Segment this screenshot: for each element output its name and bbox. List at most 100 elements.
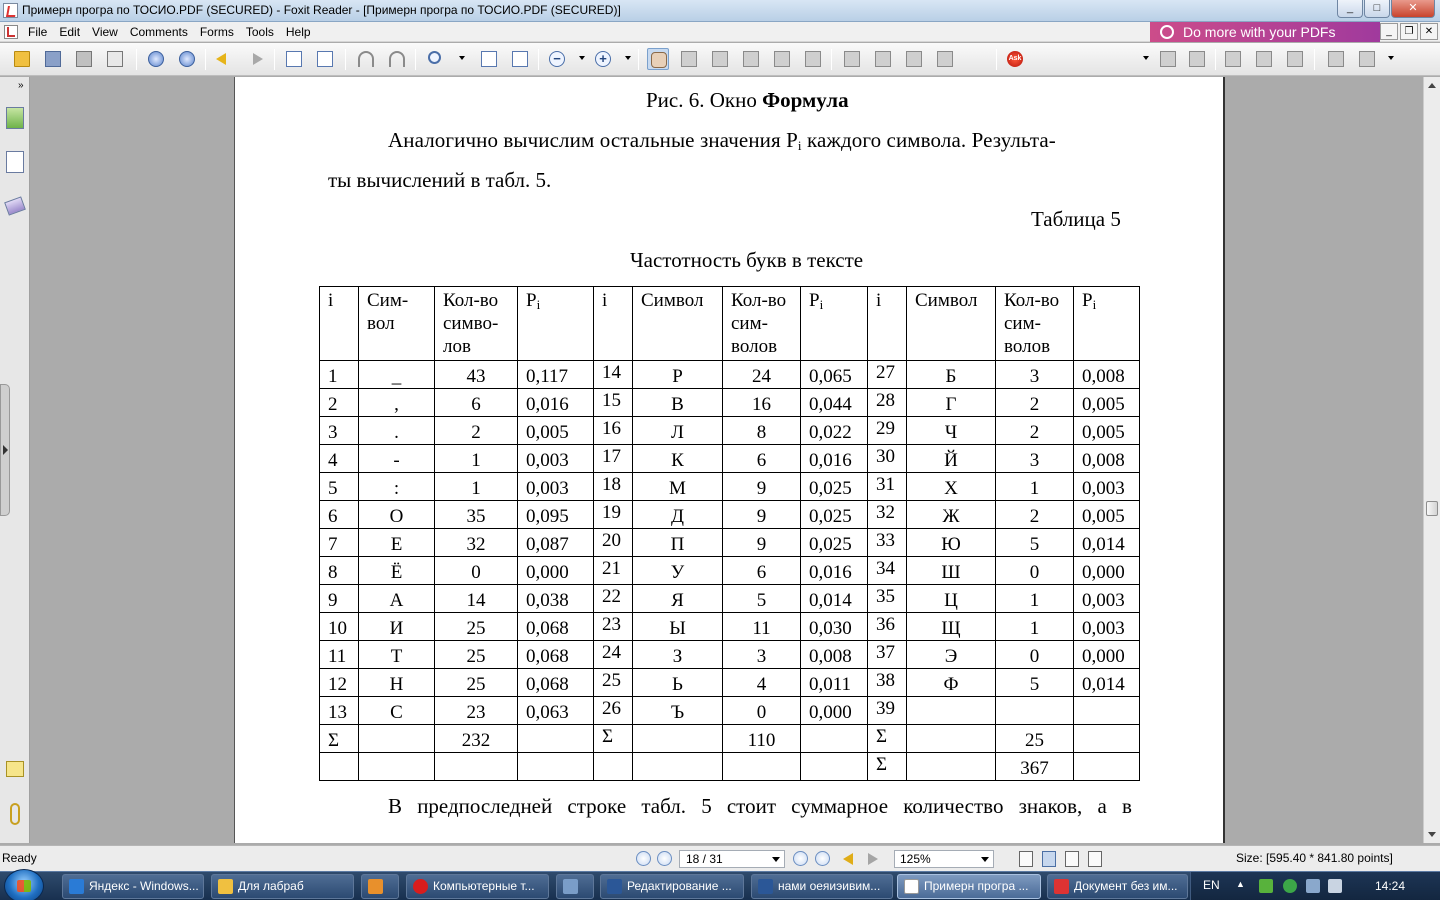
email-button[interactable] — [104, 48, 126, 70]
page-number-field[interactable]: 18 / 31 — [679, 850, 785, 868]
text-viewer-button[interactable] — [771, 48, 793, 70]
find-button[interactable] — [740, 48, 762, 70]
print-button[interactable] — [73, 48, 95, 70]
task-document[interactable]: Документ без им... — [1047, 874, 1188, 899]
pencil-button[interactable] — [872, 48, 894, 70]
zoom-out-dropdown[interactable] — [579, 56, 585, 60]
continuous-facing-view-icon[interactable] — [1088, 851, 1102, 867]
next-result-button[interactable] — [1186, 48, 1208, 70]
doc-restore-button[interactable]: ❐ — [1400, 23, 1418, 40]
hand-tool-button[interactable] — [647, 48, 669, 70]
scroll-down-arrow-icon[interactable] — [1428, 832, 1436, 837]
task-folder[interactable]: Для лабраб — [211, 874, 354, 899]
previous-result-button[interactable] — [1157, 48, 1179, 70]
scroll-up-arrow-icon[interactable] — [1428, 83, 1436, 88]
network-icon[interactable] — [1306, 879, 1320, 893]
previous-view-icon[interactable] — [843, 853, 853, 865]
toolbar-overflow-dropdown[interactable] — [1388, 56, 1394, 60]
minimize-button[interactable]: _ — [1337, 0, 1363, 18]
maximize-button[interactable]: □ — [1364, 0, 1390, 18]
select-annotation-button[interactable] — [709, 48, 731, 70]
attachments-icon[interactable] — [10, 803, 20, 825]
clock[interactable]: 14:24 — [1375, 879, 1405, 893]
forward-button[interactable] — [244, 48, 266, 70]
menu-tools[interactable]: Tools — [240, 24, 280, 40]
pin-button[interactable] — [1253, 48, 1275, 70]
zoom-dropdown-arrow[interactable] — [981, 857, 989, 862]
single-page-view-icon[interactable] — [1019, 851, 1033, 867]
document-area[interactable]: Рис. 6. Окно Формула Аналогично вычислим… — [31, 77, 1423, 843]
undo-button[interactable] — [355, 48, 377, 70]
single-page-button[interactable] — [283, 48, 305, 70]
task-yandex[interactable]: Яндекс - Windows... — [62, 874, 204, 899]
facing-view-icon[interactable] — [1065, 851, 1079, 867]
start-button[interactable] — [4, 869, 44, 900]
zoom-in-button[interactable]: + — [592, 48, 614, 70]
task-media[interactable] — [361, 874, 399, 899]
next-view-icon[interactable] — [868, 853, 878, 865]
menu-help[interactable]: Help — [280, 24, 317, 40]
fit-page-button[interactable] — [478, 48, 500, 70]
first-page-button[interactable] — [636, 851, 651, 866]
task-opera[interactable]: Компьютерные т... — [406, 874, 549, 899]
ask-search-button[interactable]: Ask — [1004, 48, 1026, 70]
menu-view[interactable]: View — [86, 24, 124, 40]
select-text-button[interactable] — [678, 48, 700, 70]
task-word-editing[interactable]: Редактирование ... — [600, 874, 744, 899]
textbox-button[interactable] — [903, 48, 925, 70]
scroll-thumb[interactable] — [1426, 501, 1438, 516]
next-page-button[interactable] — [176, 48, 198, 70]
language-indicator[interactable]: EN — [1203, 878, 1220, 892]
doc-close-button[interactable]: ✕ — [1420, 23, 1438, 40]
continuous-view-icon[interactable] — [1042, 851, 1056, 867]
continuous-page-button[interactable] — [314, 48, 336, 70]
menu-forms[interactable]: Forms — [194, 24, 240, 40]
menu-comments[interactable]: Comments — [124, 24, 194, 40]
page-dropdown-arrow[interactable] — [772, 857, 780, 862]
document-menu-icon[interactable] — [4, 25, 18, 39]
page-thumbs-button[interactable] — [1325, 48, 1347, 70]
vertical-scrollbar[interactable] — [1423, 77, 1440, 843]
comments-panel-icon[interactable] — [6, 761, 24, 777]
measure-button[interactable] — [1222, 48, 1244, 70]
zoom-in-dropdown[interactable] — [625, 56, 631, 60]
task-app[interactable] — [556, 874, 594, 899]
redo-button[interactable] — [386, 48, 408, 70]
layers-icon[interactable] — [4, 196, 26, 216]
back-button[interactable] — [213, 48, 235, 70]
bookmarks-icon[interactable] — [6, 107, 24, 129]
last-page-button[interactable] — [815, 851, 830, 866]
pages-panel-icon[interactable] — [6, 151, 24, 173]
menu-edit[interactable]: Edit — [53, 24, 86, 40]
close-button[interactable]: ✕ — [1391, 0, 1435, 18]
foxit-app-icon[interactable] — [3, 3, 18, 18]
volume-icon[interactable] — [1328, 879, 1342, 893]
zoom-level-field[interactable]: 125% — [894, 850, 994, 868]
typewriter-button[interactable] — [841, 48, 863, 70]
save-button[interactable] — [42, 48, 64, 70]
menu-file[interactable]: File — [22, 24, 53, 40]
zoom-dropdown-arrow[interactable] — [459, 56, 465, 60]
tray-antivirus-icon[interactable] — [1283, 879, 1297, 893]
search-dropdown[interactable] — [1143, 56, 1149, 60]
stamp-button[interactable] — [1284, 48, 1306, 70]
collapse-panel-icon[interactable]: » — [18, 80, 24, 91]
pdf-page: Рис. 6. Окно Формула Аналогично вычислим… — [234, 77, 1225, 843]
panel-expand-tab[interactable] — [0, 384, 10, 516]
open-button[interactable] — [11, 48, 33, 70]
previous-page-button[interactable] — [145, 48, 167, 70]
show-hidden-icons-icon[interactable]: ▲ — [1236, 879, 1250, 893]
task-word-doc[interactable]: нами оеяиэивим... — [751, 874, 893, 899]
prev-page-button[interactable] — [657, 851, 672, 866]
arrow-tool-button[interactable] — [934, 48, 956, 70]
zoom-out-button[interactable]: − — [546, 48, 568, 70]
fit-width-button[interactable] — [509, 48, 531, 70]
promo-banner[interactable]: Do more with your PDFs — [1150, 22, 1380, 42]
tray-green-icon[interactable] — [1259, 879, 1273, 893]
zoom-tool-button[interactable] — [425, 48, 447, 70]
snapshot-button[interactable] — [802, 48, 824, 70]
next-page-button[interactable] — [793, 851, 808, 866]
task-foxit[interactable]: Примерн програ ... — [897, 874, 1041, 899]
grid-button[interactable] — [1356, 48, 1378, 70]
doc-minimize-button[interactable]: _ — [1380, 23, 1398, 40]
